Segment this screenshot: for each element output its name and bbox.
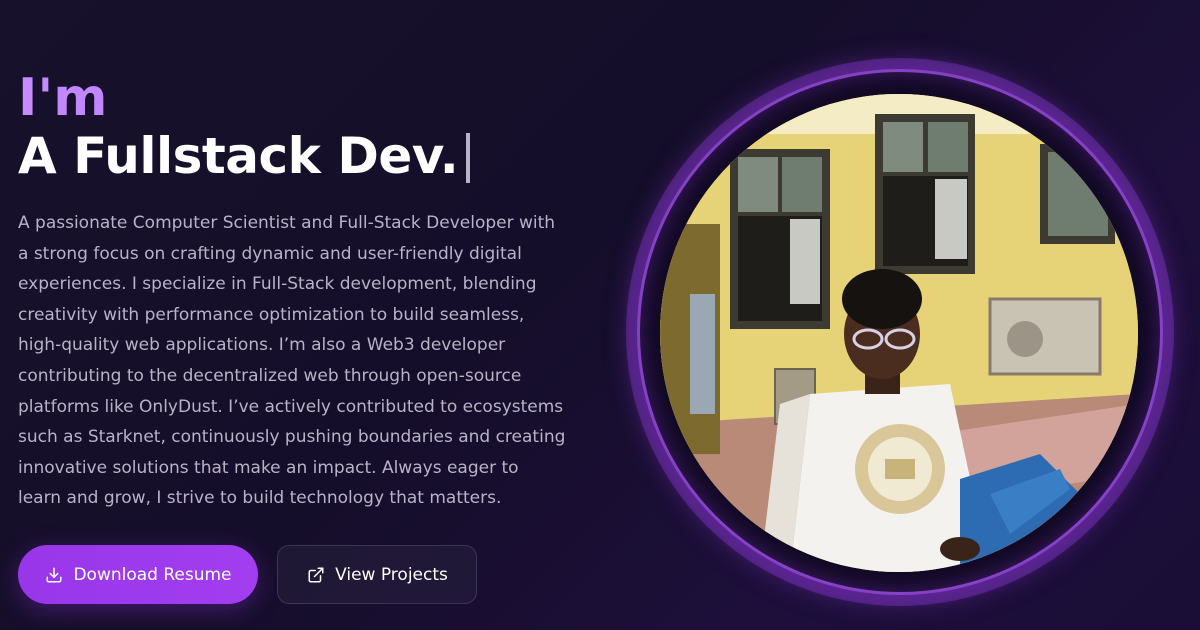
download-resume-label: Download Resume <box>73 564 232 585</box>
external-link-icon <box>306 565 326 585</box>
role-line: A Fullstack Dev. <box>18 126 578 186</box>
profile-photo <box>660 94 1138 572</box>
download-icon <box>44 565 64 585</box>
bio-paragraph: A passionate Computer Scientist and Full… <box>18 213 566 509</box>
hero-text: I'm A Fullstack Dev. A passionate Comput… <box>18 70 578 514</box>
hero-section: I'm A Fullstack Dev. A passionate Comput… <box>0 0 1200 630</box>
hero-actions: Download Resume View Projects <box>18 545 477 604</box>
greeting-heading: I'm <box>18 70 578 126</box>
download-resume-button[interactable]: Download Resume <box>18 545 258 604</box>
view-projects-label: View Projects <box>335 564 448 585</box>
window-1 <box>730 149 830 329</box>
profile-photo-frame <box>626 58 1174 606</box>
window-2 <box>875 114 975 274</box>
typing-cursor <box>466 133 471 183</box>
role-heading: A Fullstack Dev. <box>18 127 459 185</box>
view-projects-button[interactable]: View Projects <box>277 545 477 604</box>
